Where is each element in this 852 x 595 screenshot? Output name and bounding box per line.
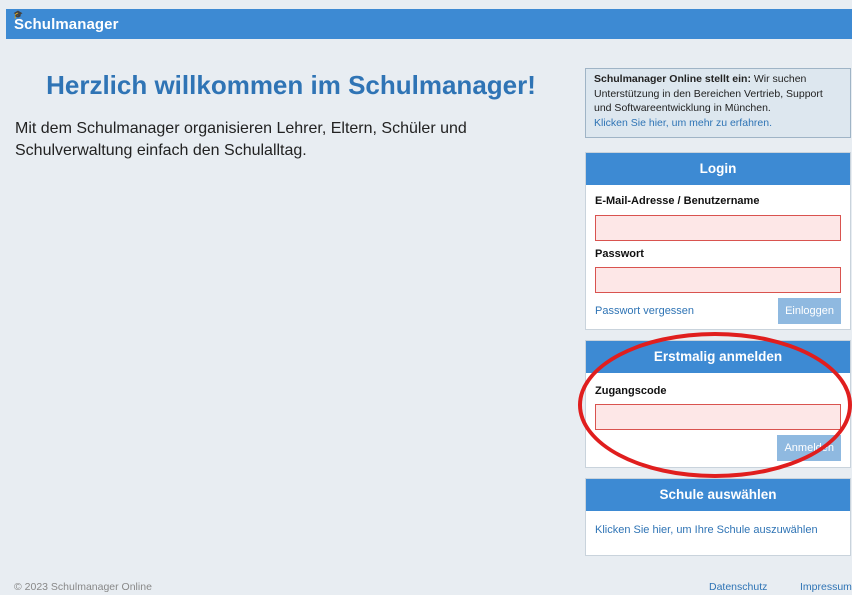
password-input[interactable] xyxy=(595,267,841,293)
notice-link[interactable]: Klicken Sie hier, um mehr zu erfahren. xyxy=(594,117,772,129)
brand-name: Schulmanager xyxy=(14,16,119,33)
login-panel-title: Login xyxy=(586,153,850,185)
school-select-panel: Schule auswählen Klicken Sie hier, um Ih… xyxy=(585,478,851,556)
brand-logo[interactable]: 🎓 Schulmanager xyxy=(13,10,119,33)
login-panel: Login E-Mail-Adresse / Benutzername Pass… xyxy=(585,152,851,330)
login-button[interactable]: Einloggen xyxy=(778,298,841,324)
first-login-panel-title: Erstmalig anmelden xyxy=(586,341,850,373)
privacy-link[interactable]: Datenschutz xyxy=(709,581,767,593)
forgot-password-link[interactable]: Passwort vergessen xyxy=(595,305,694,317)
register-button[interactable]: Anmelden xyxy=(777,435,841,461)
notice-bold: Schulmanager Online stellt ein: xyxy=(594,73,751,85)
welcome-text: Mit dem Schulmanager organisieren Lehrer… xyxy=(15,120,467,159)
password-label: Passwort xyxy=(595,248,644,260)
first-login-panel: Erstmalig anmelden Zugangscode Anmelden xyxy=(585,340,851,468)
imprint-link[interactable]: Impressum xyxy=(800,581,852,593)
graduation-cap-icon: 🎓 xyxy=(13,10,24,19)
access-code-label: Zugangscode xyxy=(595,385,667,397)
welcome-title: Herzlich willkommen im Schulmanager! xyxy=(46,70,536,100)
username-input[interactable] xyxy=(595,215,841,241)
job-notice: Schulmanager Online stellt ein: Wir such… xyxy=(585,68,851,138)
school-select-panel-title: Schule auswählen xyxy=(586,479,850,511)
access-code-input[interactable] xyxy=(595,404,841,430)
select-school-link[interactable]: Klicken Sie hier, um Ihre Schule auszuwä… xyxy=(595,524,818,536)
top-navbar: 🎓 Schulmanager xyxy=(6,9,852,39)
footer-copyright: © 2023 Schulmanager Online xyxy=(14,581,152,593)
username-label: E-Mail-Adresse / Benutzername xyxy=(595,195,760,207)
